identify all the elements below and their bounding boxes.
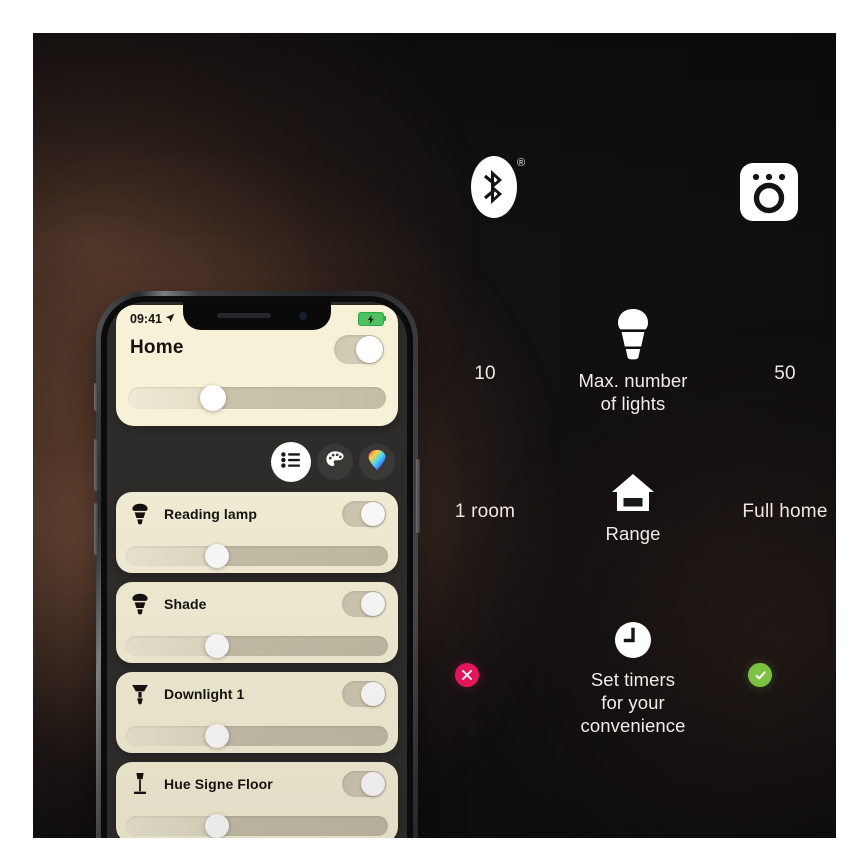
max-lights-label-line1: Max. number — [578, 370, 688, 391]
max-lights-right-value: 50 — [774, 363, 796, 384]
light-name: Reading lamp — [164, 505, 257, 522]
scenes-palette-button[interactable] — [317, 444, 353, 480]
registered-trademark-mark: ® — [517, 157, 526, 169]
home-title: Home — [130, 337, 184, 358]
range-right-value: Full home — [742, 501, 828, 522]
palette-icon — [325, 450, 345, 475]
light-toggle[interactable] — [342, 680, 386, 707]
timers-label-line1: Set timers — [590, 669, 676, 690]
bluetooth-icon — [471, 156, 517, 218]
light-brightness-slider-knob[interactable] — [204, 634, 229, 658]
light-brightness-slider[interactable] — [126, 724, 388, 748]
light-brightness-slider-knob[interactable] — [204, 544, 229, 568]
floor-lamp-icon — [129, 772, 151, 796]
light-toggle-knob — [361, 771, 385, 796]
location-arrow-icon — [165, 312, 175, 326]
color-picker-icon — [367, 449, 387, 476]
color-picker-button[interactable] — [359, 444, 395, 480]
max-lights-left-value: 10 — [474, 363, 496, 384]
light-card-header: Shade — [116, 582, 398, 625]
light-toggle[interactable] — [342, 590, 386, 617]
list-view-button[interactable] — [271, 442, 311, 482]
earpiece-speaker — [217, 313, 271, 318]
light-name: Shade — [164, 595, 207, 612]
range-left-value: 1 room — [454, 501, 516, 522]
screenshot-root: ® 10 Max. number of lights 50 1 room Ran… — [0, 0, 868, 868]
light-card[interactable]: Shade — [116, 582, 398, 663]
downlight-icon — [129, 682, 151, 706]
light-card[interactable]: Hue Signe Floor — [116, 762, 398, 838]
light-brightness-slider[interactable] — [126, 544, 388, 568]
view-mode-switcher — [271, 442, 395, 482]
light-toggle-knob — [361, 591, 385, 616]
light-card[interactable]: Downlight 1 — [116, 672, 398, 753]
status-bar-left: 09:41 — [130, 312, 175, 326]
light-brightness-slider[interactable] — [126, 634, 388, 658]
battery-charging-icon — [358, 312, 386, 326]
light-toggle-knob — [361, 501, 385, 526]
front-camera — [299, 312, 307, 320]
spot-bulb-icon — [129, 592, 151, 616]
light-card-header: Reading lamp — [116, 492, 398, 535]
light-brightness-slider-knob[interactable] — [204, 814, 229, 838]
range-center: Range — [543, 473, 723, 545]
home-master-toggle[interactable] — [334, 335, 384, 364]
light-brightness-slider-knob[interactable] — [204, 724, 229, 748]
home-master-toggle-knob — [356, 336, 383, 363]
phone-mockup: 09:41 Home Reading lamp Shade Downlight … — [94, 291, 420, 838]
light-name: Downlight 1 — [164, 685, 245, 702]
range-label: Range — [605, 523, 661, 544]
house-icon — [543, 473, 723, 518]
home-brightness-slider[interactable] — [128, 385, 386, 411]
light-card-header: Hue Signe Floor — [116, 762, 398, 805]
max-lights-label-line2: of lights — [600, 393, 666, 414]
cross-icon — [455, 663, 479, 687]
hero-canvas: ® 10 Max. number of lights 50 1 room Ran… — [33, 33, 836, 838]
phone-volume-up-button — [94, 439, 98, 491]
light-toggle-knob — [361, 681, 385, 706]
light-card-header: Downlight 1 — [116, 672, 398, 715]
light-bulb-icon — [543, 308, 723, 365]
list-icon — [281, 451, 301, 473]
light-brightness-slider[interactable] — [126, 814, 388, 838]
spot-bulb-icon — [129, 502, 151, 526]
light-card[interactable]: Reading lamp — [116, 492, 398, 573]
check-icon — [748, 663, 772, 687]
max-lights-center: Max. number of lights — [543, 308, 723, 415]
phone-volume-down-button — [94, 503, 98, 555]
timers-label-line2: for your — [601, 692, 665, 713]
status-bar-time: 09:41 — [130, 312, 162, 326]
timers-center: Set timers for your convenience — [543, 621, 723, 737]
home-brightness-slider-knob[interactable] — [200, 385, 227, 411]
clock-icon — [543, 621, 723, 664]
phone-mute-switch — [94, 383, 98, 411]
light-toggle[interactable] — [342, 770, 386, 797]
timers-label-line3: convenience — [580, 715, 686, 736]
light-name: Hue Signe Floor — [164, 775, 273, 792]
phone-notch — [183, 302, 331, 330]
phone-power-button — [416, 459, 420, 533]
hue-bridge-icon — [740, 163, 798, 221]
light-list[interactable]: Reading lamp Shade Downlight 1 Hue Signe Fl… — [116, 492, 398, 838]
light-toggle[interactable] — [342, 500, 386, 527]
phone-screen: 09:41 Home Reading lamp Shade Downlight … — [107, 302, 407, 838]
